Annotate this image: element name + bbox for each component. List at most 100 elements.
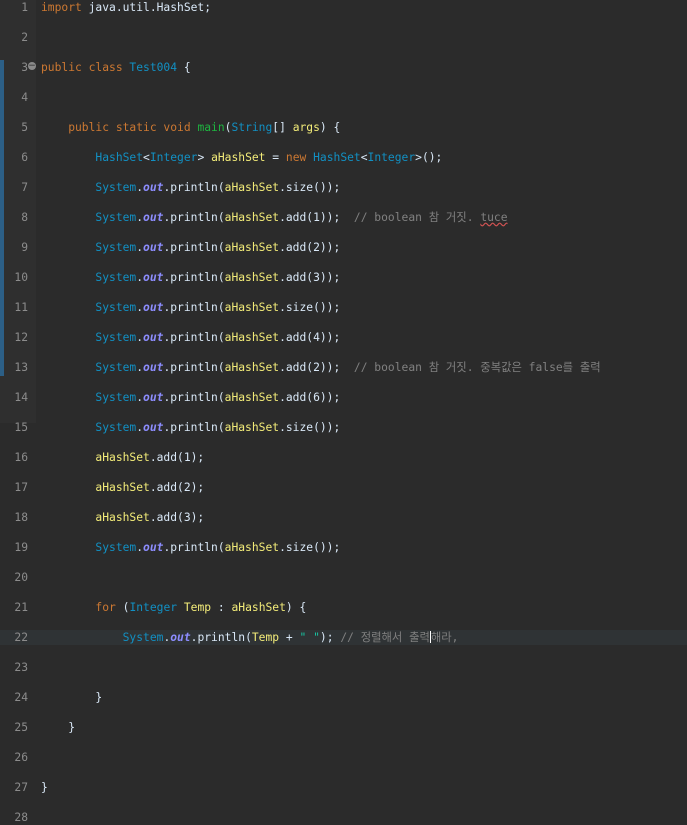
code-text[interactable]: System.out.println(aHashSet.add(4)); (41, 330, 340, 345)
code-token: < (143, 151, 150, 164)
code-text[interactable]: } (41, 690, 102, 705)
code-line[interactable]: 14 System.out.println(aHashSet.add(6)); (0, 390, 687, 405)
code-token: import (41, 1, 82, 14)
code-token: >(); (415, 151, 443, 164)
code-line[interactable]: 13 System.out.println(aHashSet.add(2)); … (0, 360, 687, 375)
code-text[interactable]: aHashSet.add(1); (41, 450, 204, 465)
code-text[interactable]: System.out.println(aHashSet.size()); (41, 420, 340, 435)
code-text[interactable]: } (41, 780, 48, 795)
code-line[interactable]: 10 System.out.println(aHashSet.add(3)); (0, 270, 687, 285)
code-token: System (41, 331, 137, 344)
code-text[interactable]: System.out.println(aHashSet.add(1)); // … (41, 210, 508, 225)
code-line[interactable]: 6 HashSet<Integer> aHashSet = new HashSe… (0, 150, 687, 165)
code-token: = (265, 151, 286, 164)
code-editor[interactable]: 1 import java.util.HashSet; 2 3 public class… (0, 0, 687, 824)
code-line[interactable]: 24 } (0, 690, 687, 705)
code-token: .size()); (279, 541, 341, 554)
line-number: 2 (21, 31, 28, 44)
code-token: . (136, 271, 144, 284)
line-number: 12 (14, 331, 28, 344)
code-token: . (136, 541, 144, 554)
code-line[interactable]: 27} (0, 780, 687, 795)
code-line[interactable]: 23 (0, 660, 687, 675)
code-text[interactable]: for (Integer Temp : aHashSet) { (41, 600, 306, 615)
code-token: String (231, 121, 273, 134)
line-number: 20 (14, 571, 28, 584)
code-token: out (143, 271, 164, 284)
code-text[interactable]: System.out.println(Temp + " "); // 정렬해서 … (41, 630, 458, 645)
code-line[interactable]: 7 System.out.println(aHashSet.size()); (0, 180, 687, 195)
code-line[interactable]: 28 (0, 810, 687, 825)
code-text[interactable]: HashSet<Integer> aHashSet = new HashSet<… (41, 150, 442, 165)
code-token: .add(2)); (279, 361, 354, 374)
code-token: .println( (163, 271, 225, 284)
code-token: Integer (149, 151, 198, 164)
line-number: 9 (21, 241, 28, 254)
code-line[interactable]: 21 for (Integer Temp : aHashSet) { (0, 600, 687, 615)
code-line[interactable]: 17 aHashSet.add(2); (0, 480, 687, 495)
line-number: 5 (21, 121, 28, 134)
code-line[interactable]: 25 } (0, 720, 687, 735)
code-text[interactable]: System.out.println(aHashSet.size()); (41, 300, 340, 315)
code-text[interactable]: System.out.println(aHashSet.size()); (41, 540, 340, 555)
code-text[interactable]: System.out.println(aHashSet.add(3)); (41, 270, 340, 285)
code-line[interactable]: 16 aHashSet.add(1); (0, 450, 687, 465)
code-line[interactable]: 5 public static void main(String[] args)… (0, 120, 687, 135)
code-text[interactable]: import java.util.HashSet; (41, 0, 211, 15)
code-token: aHashSet (231, 601, 286, 614)
code-token: out (143, 541, 164, 554)
code-line[interactable]: 11 System.out.println(aHashSet.size()); (0, 300, 687, 315)
code-text[interactable]: System.out.println(aHashSet.size()); (41, 180, 340, 195)
line-number: 13 (14, 361, 28, 374)
code-line-current[interactable]: 22 System.out.println(Temp + " "); // 정렬… (0, 630, 687, 645)
code-token: .println( (163, 541, 225, 554)
code-text[interactable]: public static void main(String[] args) { (41, 120, 340, 135)
code-text[interactable]: aHashSet.add(3); (41, 510, 204, 525)
code-text[interactable]: System.out.println(aHashSet.add(6)); (41, 390, 340, 405)
code-text[interactable]: aHashSet.add(2); (41, 480, 204, 495)
code-line[interactable]: 8 System.out.println(aHashSet.add(1)); /… (0, 210, 687, 225)
code-line[interactable]: 4 (0, 90, 687, 105)
code-area[interactable]: 1 import java.util.HashSet; 2 3 public class… (0, 0, 687, 824)
code-token: main (197, 121, 225, 134)
code-token: for (41, 601, 123, 614)
code-token: out (143, 361, 164, 374)
line-number: 26 (14, 751, 28, 764)
code-token: System (41, 301, 137, 314)
line-number: 17 (14, 481, 28, 494)
code-line[interactable]: 20 (0, 570, 687, 585)
code-token: .size()); (279, 181, 341, 194)
code-token: > (197, 151, 212, 164)
line-number: 25 (14, 721, 28, 734)
code-line[interactable]: 3 public class Test004 { (0, 60, 687, 75)
code-token: out (143, 241, 164, 254)
code-line[interactable]: 18 aHashSet.add(3); (0, 510, 687, 525)
code-text[interactable]: } (41, 720, 75, 735)
code-token: ) { (285, 601, 307, 614)
code-token: aHashSet (224, 211, 280, 224)
code-token: .println( (163, 331, 225, 344)
code-token: System (41, 541, 137, 554)
code-line[interactable]: 26 (0, 750, 687, 765)
code-token: out (143, 301, 164, 314)
code-token: aHashSet (41, 511, 150, 524)
code-token: ( (122, 601, 130, 614)
code-token: tuce (480, 211, 508, 224)
code-text[interactable]: System.out.println(aHashSet.add(2)); // … (41, 360, 600, 375)
code-token: .add(3); (149, 511, 205, 524)
line-number: 23 (14, 661, 28, 674)
code-line[interactable]: 15 System.out.println(aHashSet.size()); (0, 420, 687, 435)
code-text[interactable]: public class Test004 { (41, 60, 191, 75)
code-line[interactable]: 1 import java.util.HashSet; (0, 0, 687, 15)
code-token: .println( (163, 361, 225, 374)
code-token: } (41, 691, 103, 704)
line-number: 18 (14, 511, 28, 524)
code-text[interactable]: System.out.println(aHashSet.add(2)); (41, 240, 340, 255)
code-line[interactable]: 19 System.out.println(aHashSet.size()); (0, 540, 687, 555)
code-line[interactable]: 12 System.out.println(aHashSet.add(4)); (0, 330, 687, 345)
code-line[interactable]: 9 System.out.println(aHashSet.add(2)); (0, 240, 687, 255)
code-token: public class (41, 61, 130, 74)
code-line[interactable]: 2 (0, 30, 687, 45)
fold-collapse-icon[interactable]: − (28, 62, 36, 71)
line-number: 8 (21, 211, 28, 224)
